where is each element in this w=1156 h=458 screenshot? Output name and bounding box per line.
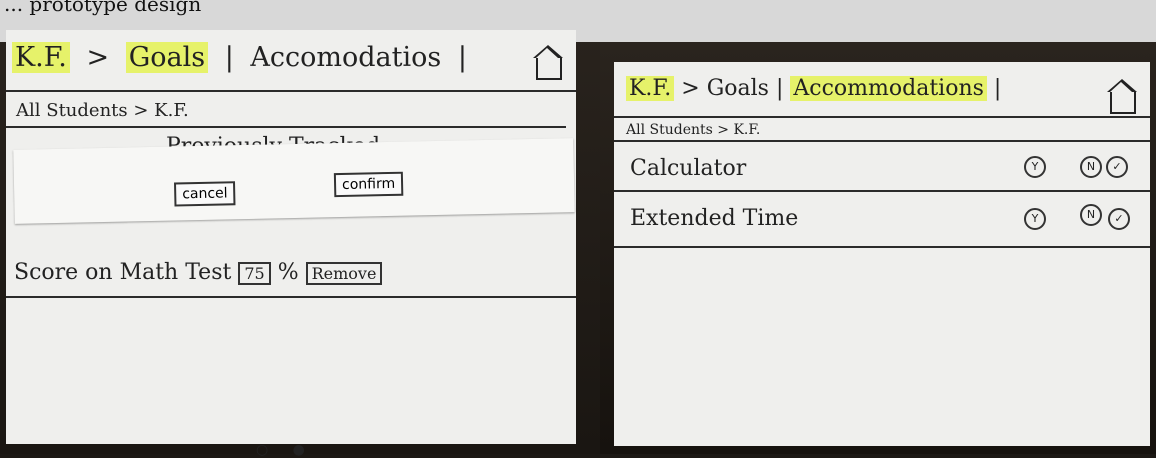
nav-student[interactable]: K.F.: [12, 42, 70, 73]
top-nav: K.F. > Goals | Accomodatios |: [12, 42, 475, 73]
chevron-right-icon: >: [86, 42, 110, 73]
nav-underline: [6, 90, 576, 92]
top-nav: K.F. > Goals | Accommodations |: [626, 76, 1001, 101]
breadcrumb-underline: [6, 126, 566, 128]
score-value-input[interactable]: 75: [238, 262, 271, 285]
nav-accommodations[interactable]: Accommodations: [790, 76, 987, 101]
score-row: Score on Math Test 75 % Remove: [14, 260, 383, 285]
right-prototype-card: K.F. > Goals | Accommodations | All Stud…: [614, 62, 1150, 446]
nav-goals[interactable]: Goals: [125, 42, 209, 73]
home-icon[interactable]: [533, 45, 563, 80]
divider: |: [775, 76, 791, 101]
score-label: Score on Math Test: [14, 260, 232, 285]
no-toggle[interactable]: N: [1080, 156, 1102, 178]
chevron-right-icon: >: [681, 76, 707, 101]
nav-goals[interactable]: Goals: [707, 76, 769, 101]
page-indicator[interactable]: ○ ●: [256, 442, 315, 458]
accommodation-label: Calculator: [630, 156, 747, 181]
divider: |: [224, 42, 234, 73]
divider: |: [993, 76, 1002, 101]
check-icon[interactable]: ✓: [1108, 208, 1130, 230]
breadcrumb[interactable]: All Students > K.F.: [16, 100, 189, 121]
no-toggle[interactable]: N: [1080, 204, 1102, 226]
cancel-button[interactable]: cancel: [174, 181, 236, 207]
confirm-button[interactable]: confirm: [333, 171, 404, 198]
confirm-dialog-strip: cancel confirm: [13, 138, 575, 224]
check-icon[interactable]: ✓: [1106, 156, 1128, 178]
divider: |: [457, 42, 467, 73]
breadcrumb-underline: [614, 140, 1150, 142]
nav-accommodations[interactable]: Accomodatios: [250, 42, 441, 73]
score-unit: %: [277, 260, 299, 285]
remove-button[interactable]: Remove: [305, 262, 383, 285]
yes-toggle[interactable]: Y: [1024, 156, 1046, 178]
breadcrumb[interactable]: All Students > K.F.: [626, 122, 760, 138]
row-underline: [6, 296, 576, 298]
row-underline: [614, 246, 1150, 248]
nav-student[interactable]: K.F.: [626, 76, 675, 101]
accommodation-row-calculator: Calculator: [630, 156, 746, 181]
home-icon[interactable]: [1107, 79, 1137, 114]
yes-toggle[interactable]: Y: [1024, 208, 1046, 230]
accommodation-label: Extended Time: [630, 206, 799, 231]
accommodation-row-extended-time: Extended Time: [630, 206, 798, 231]
nav-underline: [614, 116, 1150, 118]
left-prototype-card: K.F. > Goals | Accomodatios | All Studen…: [6, 30, 576, 458]
caption-text: ... prototype design: [4, 0, 202, 16]
row-underline: [614, 190, 1150, 192]
